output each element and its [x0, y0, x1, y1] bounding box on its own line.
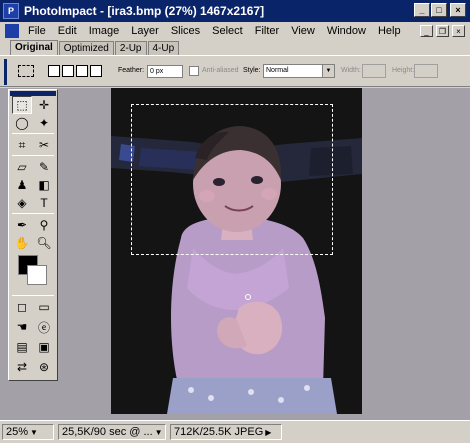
jump-to-app-icon[interactable]: ☚ [12, 318, 32, 336]
menu-image[interactable]: Image [83, 25, 126, 37]
menu-window[interactable]: Window [321, 25, 372, 37]
document-restore-button[interactable]: ❐ [436, 25, 449, 37]
app-icon: P [3, 3, 19, 19]
antialiased-checkbox[interactable] [189, 66, 199, 76]
download-time-field[interactable]: 25,5K/90 sec @ ... ▼ [58, 424, 166, 440]
selection-marquee[interactable] [131, 104, 333, 255]
quick-mask-on-icon[interactable]: ▭ [34, 298, 54, 316]
tab-2-up[interactable]: 2-Up [114, 41, 147, 55]
tab-optimized[interactable]: Optimized [58, 41, 114, 55]
document-close-button[interactable]: × [452, 25, 465, 37]
feather-input[interactable]: 0 px [147, 65, 183, 78]
selection-center-marker [245, 294, 251, 300]
height-input[interactable] [414, 64, 438, 78]
chevron-right-icon[interactable]: ▶ [265, 428, 271, 437]
stamp-tool-icon[interactable]: ♟ [12, 176, 32, 194]
magic-wand-tool-icon[interactable]: ✦ [34, 114, 54, 132]
browser-preview-icon[interactable]: ⓔ [34, 318, 54, 336]
view-tabs: Original Optimized 2-Up 4-Up [0, 40, 470, 55]
status-bar: 25% ▼ 25,5K/90 sec @ ... ▼ 712K/25.5K JPEG… [0, 420, 470, 443]
chevron-down-icon[interactable]: ▼ [30, 428, 38, 437]
slice-tool-icon[interactable]: ✂ [34, 136, 54, 154]
close-button[interactable]: × [450, 3, 466, 17]
brush-tool-icon[interactable]: ✎ [34, 158, 54, 176]
width-label: Width: [341, 67, 361, 74]
options-bar-handle[interactable] [4, 59, 7, 85]
menu-layer[interactable]: Layer [125, 25, 165, 37]
gradient-tool-icon[interactable]: ◧ [34, 176, 54, 194]
eyedropper-tool-icon[interactable]: ⚲ [34, 216, 54, 234]
full-screen-mode-icon[interactable]: ▣ [34, 338, 54, 356]
file-size-value: 712K/25.5K JPEG [174, 426, 264, 438]
style-value: Normal [266, 67, 289, 74]
toolbox: ⬚ ✛ ◯ ✦ ⌗ ✂ ▱ ✎ ♟ ◧ ◈ T ✒ ⚲ ✋ 🔍︎ ◻ ▭ ☚ ⓔ… [8, 89, 58, 381]
zoom-value: 25% [6, 426, 29, 438]
standard-screen-mode-icon[interactable]: ▤ [12, 338, 32, 356]
zoom-tool-icon[interactable]: 🔍︎ [34, 234, 54, 252]
toolbox-divider [12, 155, 54, 156]
document-icon[interactable] [5, 24, 19, 38]
menu-view[interactable]: View [285, 25, 321, 37]
text-tool-icon[interactable]: T [34, 194, 54, 212]
download-time-value: 25,5K/90 sec @ ... [62, 426, 153, 438]
minimize-button[interactable]: _ [414, 3, 430, 17]
width-input[interactable] [362, 64, 386, 78]
title-bar: P PhotoImpact - [ira3.bmp (27%) 1467x216… [0, 0, 470, 22]
help-icon[interactable]: ⊛ [34, 358, 54, 376]
menu-file[interactable]: File [22, 25, 52, 37]
options-bar: Feather: 0 px Anti-aliased Style: Normal… [0, 55, 470, 87]
crop-tool-icon[interactable]: ⌗ [12, 136, 32, 154]
workspace [0, 88, 470, 420]
document-minimize-button[interactable]: _ [420, 25, 433, 37]
chevron-down-icon[interactable]: ▼ [322, 65, 334, 77]
style-label: Style: [243, 67, 261, 74]
subtract-selection-icon[interactable] [76, 65, 88, 77]
file-size-field[interactable]: 712K/25.5K JPEG ▶ [170, 424, 282, 440]
menu-slices[interactable]: Slices [165, 25, 206, 37]
height-label: Height: [392, 67, 415, 74]
window-title: PhotoImpact - [ira3.bmp (27%) 1467x2167] [24, 4, 265, 18]
menu-edit[interactable]: Edit [52, 25, 83, 37]
maximize-button[interactable]: □ [431, 3, 447, 17]
feather-label: Feather: [118, 67, 145, 74]
antialiased-label: Anti-aliased [202, 67, 239, 74]
lasso-tool-icon[interactable]: ◯ [12, 114, 32, 132]
tab-original[interactable]: Original [10, 40, 58, 55]
toolbox-divider [12, 213, 54, 214]
image-canvas[interactable] [111, 88, 362, 414]
menu-bar: File Edit Image Layer Slices Select Filt… [0, 22, 470, 40]
hand-tool-icon[interactable]: ✋ [12, 234, 32, 252]
toolbox-divider [12, 295, 54, 296]
move-tool-icon[interactable]: ✛ [34, 96, 54, 114]
menu-select[interactable]: Select [206, 25, 249, 37]
jump-to-imageready-icon[interactable]: ⇄ [12, 358, 32, 376]
background-color-swatch[interactable] [27, 265, 47, 285]
pen-tool-icon[interactable]: ✒ [12, 216, 32, 234]
bucket-tool-icon[interactable]: ◈ [12, 194, 32, 212]
chevron-down-icon[interactable]: ▼ [155, 428, 163, 437]
menu-filter[interactable]: Filter [249, 25, 285, 37]
toolbox-divider [12, 133, 54, 134]
eraser-tool-icon[interactable]: ▱ [12, 158, 32, 176]
quick-mask-off-icon[interactable]: ◻ [12, 298, 32, 316]
new-selection-icon[interactable] [48, 65, 60, 77]
style-select[interactable]: Normal ▼ [263, 64, 335, 78]
add-selection-icon[interactable] [62, 65, 74, 77]
marquee-tool-icon[interactable]: ⬚ [12, 96, 32, 114]
intersect-selection-icon[interactable] [90, 65, 102, 77]
zoom-field[interactable]: 25% ▼ [2, 424, 54, 440]
tab-4-up[interactable]: 4-Up [147, 41, 180, 55]
menu-help[interactable]: Help [372, 25, 407, 37]
rectangular-marquee-icon[interactable] [18, 65, 34, 77]
